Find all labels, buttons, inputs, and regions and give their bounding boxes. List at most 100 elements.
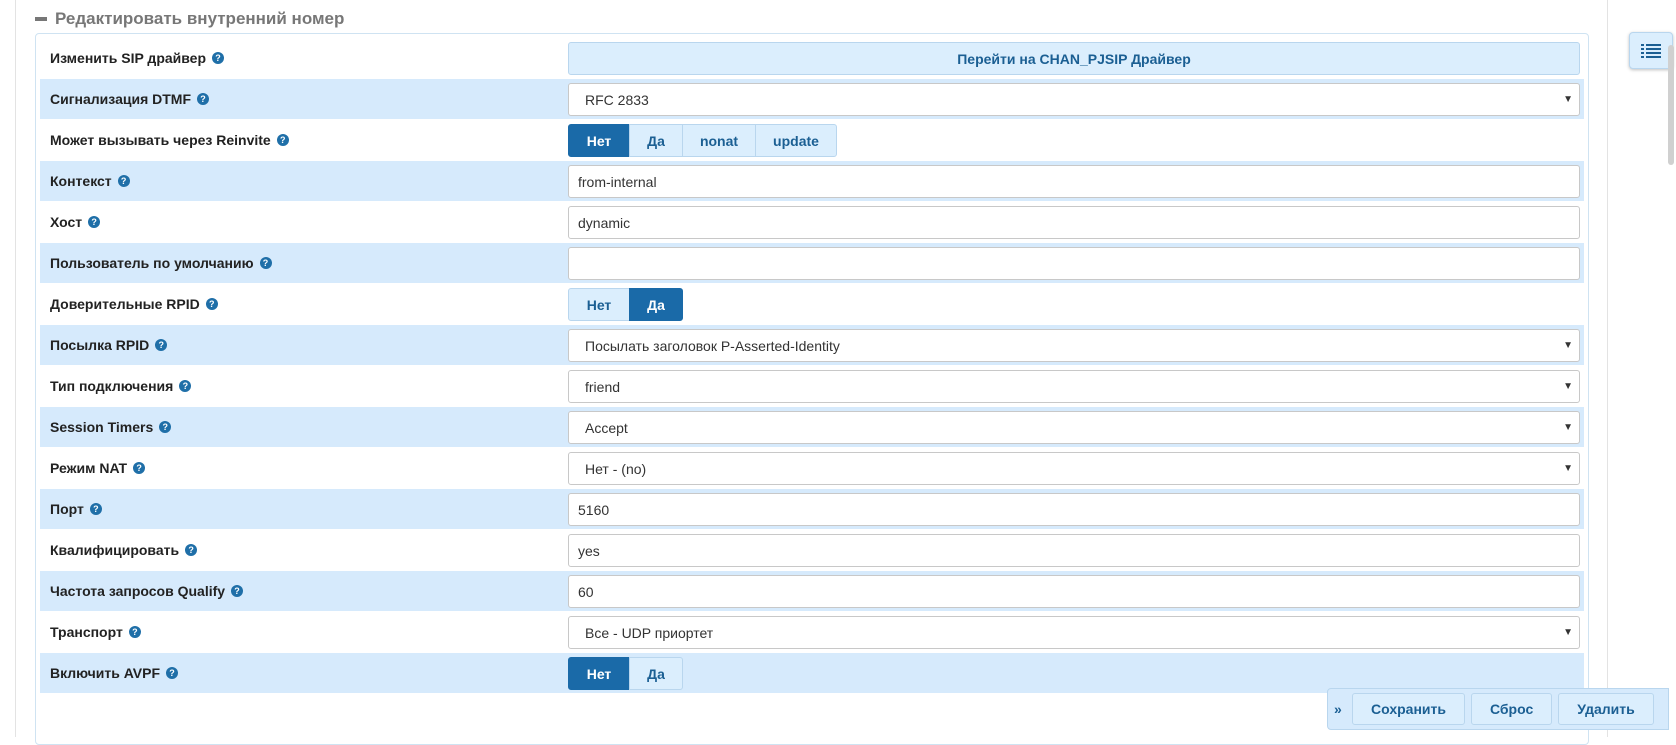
control-connection-type: friend ▼: [568, 370, 1580, 403]
help-icon[interactable]: ?: [159, 421, 172, 433]
label-text: Квалифицировать: [50, 542, 180, 558]
label-trusted-rpid: Доверительные RPID ?: [50, 284, 218, 324]
avpf-option-yes[interactable]: Да: [629, 657, 683, 690]
page-scrollbar[interactable]: [1668, 45, 1674, 165]
control-context: from-internal: [568, 165, 1580, 198]
label-text: Порт: [50, 501, 84, 517]
select-value: Все - UDP приортет: [585, 624, 714, 641]
label-text: Контекст: [50, 173, 112, 189]
send-rpid-select[interactable]: Посылать заголовок P-Asserted-Identity ▼: [568, 329, 1580, 362]
reinvite-option-update[interactable]: update: [755, 124, 837, 157]
help-icon[interactable]: ?: [133, 462, 146, 474]
session-timers-select[interactable]: Accept ▼: [568, 411, 1580, 444]
collapse-minus-icon: [35, 17, 47, 21]
delete-button[interactable]: Удалить: [1558, 693, 1654, 725]
context-input[interactable]: from-internal: [568, 165, 1580, 198]
label-send-rpid: Посылка RPID ?: [50, 325, 168, 365]
row-session-timers: Session Timers ? Accept ▼: [40, 407, 1584, 447]
label-text: Пользователь по умолчанию: [50, 255, 254, 271]
switch-driver-button[interactable]: Перейти на CHAN_PJSIP Драйвер: [568, 42, 1580, 75]
row-reinvite: Может вызывать через Reinvite ? Нет Да n…: [40, 120, 1584, 160]
reinvite-option-nonat[interactable]: nonat: [682, 124, 756, 157]
control-sip-driver: Перейти на CHAN_PJSIP Драйвер: [568, 42, 1580, 75]
row-port: Порт ? 5160: [40, 489, 1584, 529]
row-trusted-rpid: Доверительные RPID ? Нет Да: [40, 284, 1584, 324]
control-reinvite: Нет Да nonat update: [568, 124, 1580, 157]
label-qualify-frequency: Частота запросов Qualify ?: [50, 571, 244, 611]
label-default-user: Пользователь по умолчанию ?: [50, 243, 272, 283]
row-send-rpid: Посылка RPID ? Посылать заголовок P-Asse…: [40, 325, 1584, 365]
label-port: Порт ?: [50, 489, 102, 529]
help-icon[interactable]: ?: [185, 544, 198, 556]
row-nat-mode: Режим NAT ? Нет - (no) ▼: [40, 448, 1584, 488]
label-text: Доверительные RPID: [50, 296, 200, 312]
label-dtmf: Сигнализация DTMF ?: [50, 79, 209, 119]
help-icon[interactable]: ?: [128, 626, 141, 638]
list-icon: [1641, 43, 1661, 58]
transport-select[interactable]: Все - UDP приортет ▼: [568, 616, 1580, 649]
port-input[interactable]: 5160: [568, 493, 1580, 526]
label-text: Изменить SIP драйвер: [50, 50, 207, 66]
section-header[interactable]: Редактировать внутренний номер: [35, 8, 344, 30]
help-icon[interactable]: ?: [179, 380, 192, 392]
label-avpf: Включить AVPF ?: [50, 653, 178, 693]
nat-mode-select[interactable]: Нет - (no) ▼: [568, 452, 1580, 485]
row-transport: Транспорт ? Все - UDP приортет ▼: [40, 612, 1584, 652]
reinvite-option-no[interactable]: Нет: [568, 124, 630, 157]
row-sip-driver: Изменить SIP драйвер ? Перейти на CHAN_P…: [40, 38, 1584, 78]
trusted-rpid-option-no[interactable]: Нет: [568, 288, 630, 321]
control-default-user: [568, 247, 1580, 280]
control-qualify: yes: [568, 534, 1580, 567]
label-text: Включить AVPF: [50, 665, 160, 681]
page-left-border: [15, 0, 16, 737]
label-text: Тип подключения: [50, 378, 174, 394]
help-icon[interactable]: ?: [88, 216, 101, 228]
row-qualify: Квалифицировать ? yes: [40, 530, 1584, 570]
control-qualify-frequency: 60: [568, 575, 1580, 608]
qualify-frequency-input[interactable]: 60: [568, 575, 1580, 608]
connection-type-select[interactable]: friend ▼: [568, 370, 1580, 403]
select-value: Посылать заголовок P-Asserted-Identity: [585, 337, 840, 354]
caret-down-icon: ▼: [1563, 463, 1573, 474]
list-toggle-button[interactable]: [1629, 32, 1673, 69]
label-text: Session Timers: [50, 419, 154, 435]
label-context: Контекст ?: [50, 161, 130, 201]
row-default-user: Пользователь по умолчанию ?: [40, 243, 1584, 283]
default-user-input[interactable]: [568, 247, 1580, 280]
reinvite-option-yes[interactable]: Да: [629, 124, 683, 157]
trusted-rpid-option-yes[interactable]: Да: [629, 288, 683, 321]
help-icon[interactable]: ?: [89, 503, 102, 515]
double-chevron-right-icon[interactable]: »: [1334, 701, 1346, 717]
control-trusted-rpid: Нет Да: [568, 288, 1580, 321]
help-icon[interactable]: ?: [117, 175, 130, 187]
help-icon[interactable]: ?: [166, 667, 178, 679]
help-icon[interactable]: ?: [212, 52, 225, 64]
help-icon[interactable]: ?: [205, 298, 218, 310]
extension-form-panel: Изменить SIP драйвер ? Перейти на CHAN_P…: [35, 33, 1589, 745]
select-value: RFC 2833: [585, 91, 649, 108]
help-icon[interactable]: ?: [155, 339, 168, 351]
label-transport: Транспорт ?: [50, 612, 141, 652]
page-right-border: [1607, 0, 1608, 737]
control-port: 5160: [568, 493, 1580, 526]
floating-action-bar: » Сохранить Сброс Удалить: [1327, 688, 1669, 730]
label-text: Сигнализация DTMF: [50, 91, 191, 107]
reinvite-toggle-group: Нет Да nonat update: [568, 124, 1580, 157]
help-icon[interactable]: ?: [231, 585, 244, 597]
label-session-timers: Session Timers ?: [50, 407, 172, 447]
label-text: Посылка RPID: [50, 337, 150, 353]
reset-button[interactable]: Сброс: [1470, 693, 1553, 725]
help-icon[interactable]: ?: [276, 134, 289, 146]
save-button[interactable]: Сохранить: [1352, 693, 1465, 725]
host-input[interactable]: dynamic: [568, 206, 1580, 239]
dtmf-select[interactable]: RFC 2833 ▼: [568, 83, 1580, 116]
row-context: Контекст ? from-internal: [40, 161, 1584, 201]
help-icon[interactable]: ?: [259, 257, 272, 269]
control-nat-mode: Нет - (no) ▼: [568, 452, 1580, 485]
help-icon[interactable]: ?: [197, 93, 209, 105]
avpf-option-no[interactable]: Нет: [568, 657, 630, 690]
caret-down-icon: ▼: [1563, 627, 1573, 638]
label-nat-mode: Режим NAT ?: [50, 448, 146, 488]
qualify-input[interactable]: yes: [568, 534, 1580, 567]
avpf-toggle-group: Нет Да: [568, 657, 1580, 690]
